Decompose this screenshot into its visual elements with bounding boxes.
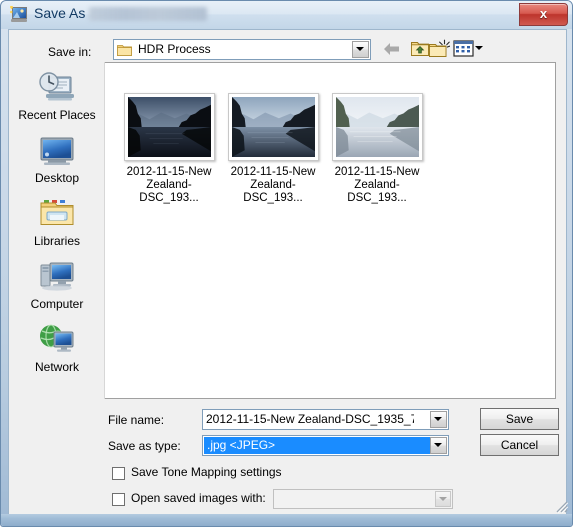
back-arrow-icon[interactable] [382,41,401,57]
close-button[interactable]: x [519,3,568,26]
views-dropdown-arrow[interactable] [475,46,483,50]
save-as-type-label: Save as type: [108,439,181,453]
window-title: Save As [34,5,86,21]
new-folder-icon[interactable] [428,39,451,58]
save-in-label: Save in: [48,45,92,59]
file-name-field-label: File name: [108,413,165,427]
save-in-value: HDR Process [138,42,211,56]
chevron-down-icon [475,46,483,50]
desktop-icon [36,131,78,171]
save-as-dialog: Save As x Save in: HDR Process Recent Pl… [0,0,573,527]
open-saved-images-with-dropdown-arrow [435,491,451,507]
window-bottom-bar [1,514,572,526]
close-icon: x [539,6,548,21]
save-as-type-dropdown-arrow[interactable] [430,437,447,454]
save-tone-mapping-label: Save Tone Mapping settings [131,465,282,479]
open-saved-images-with-label: Open saved images with: [131,491,266,505]
folder-icon [117,43,132,57]
sidebar-item-libraries[interactable]: Libraries [10,194,104,248]
thumbnail[interactable] [227,93,319,161]
file-name-dropdown-arrow[interactable] [430,411,447,428]
sidebar-item-label: Recent Places [18,108,96,122]
file-name-label: 2012-11-15-New Zealand-DSC_193... [221,166,325,205]
file-list-panel[interactable]: 2012-11-15-New Zealand-DSC_193... 2012-1… [105,62,556,399]
sidebar-item-desktop[interactable]: Desktop [10,131,104,185]
window-title-redacted-suffix [89,7,207,21]
thumbnail[interactable] [331,93,423,161]
sidebar-item-recent-places[interactable]: Recent Places [10,68,104,122]
file-name-line2: Zealand-DSC_193... [243,179,303,204]
file-name-label: 2012-11-15-New Zealand-DSC_193... [117,166,221,205]
photo-save-icon [10,6,28,23]
sidebar-item-label: Network [34,360,79,374]
sidebar-item-label: Computer [30,297,84,311]
file-name-line2: Zealand-DSC_193... [139,179,199,204]
list-item[interactable]: 2012-11-15-New Zealand-DSC_193... [221,93,325,205]
title-bar[interactable]: Save As x [1,1,572,29]
libraries-icon [36,194,78,234]
sidebar-item-network[interactable]: Network [10,320,104,374]
resize-grip[interactable] [555,500,569,514]
file-name-line1: 2012-11-15-New [126,166,212,178]
views-icon[interactable] [453,39,474,58]
cancel-button[interactable]: Cancel [480,434,559,456]
computer-icon [36,257,78,297]
chevron-down-icon [434,443,442,447]
list-item[interactable]: 2012-11-15-New Zealand-DSC_193... [117,93,221,205]
save-button[interactable]: Save [480,408,559,430]
recent-places-icon [36,68,78,108]
open-saved-images-with-select [273,489,453,509]
save-in-dropdown-arrow[interactable] [352,41,369,58]
open-saved-images-with-checkbox[interactable] [112,493,125,506]
network-icon [36,320,78,360]
chevron-down-icon [434,417,442,421]
file-name-label: 2012-11-15-New Zealand-DSC_193... [325,166,429,205]
up-one-level-icon[interactable] [410,39,430,58]
sidebar-item-computer[interactable]: Computer [10,257,104,311]
save-as-type-select[interactable]: .jpg <JPEG> [202,435,449,456]
file-name-line1: 2012-11-15-New [230,166,316,178]
save-as-type-value: .jpg <JPEG> [207,438,276,452]
save-as-type-selection-highlight: .jpg <JPEG> [204,437,430,454]
file-name-line1: 2012-11-15-New [334,166,420,178]
file-name-input[interactable]: 2012-11-15-New Zealand-DSC_1935_7_9_tone [202,409,449,430]
chevron-down-icon [439,497,447,501]
save-tone-mapping-checkbox[interactable] [112,467,125,480]
save-in-combobox[interactable]: HDR Process [113,39,371,60]
list-item[interactable]: 2012-11-15-New Zealand-DSC_193... [325,93,429,205]
places-bar: Recent Places Desktop Libraries Computer… [10,62,105,399]
file-name-line2: Zealand-DSC_193... [347,179,407,204]
chevron-down-icon [356,47,364,51]
sidebar-item-label: Libraries [33,234,81,248]
file-name-value: 2012-11-15-New Zealand-DSC_1935_7_9_tone [206,412,414,426]
sidebar-item-label: Desktop [34,171,80,185]
thumbnail[interactable] [123,93,215,161]
